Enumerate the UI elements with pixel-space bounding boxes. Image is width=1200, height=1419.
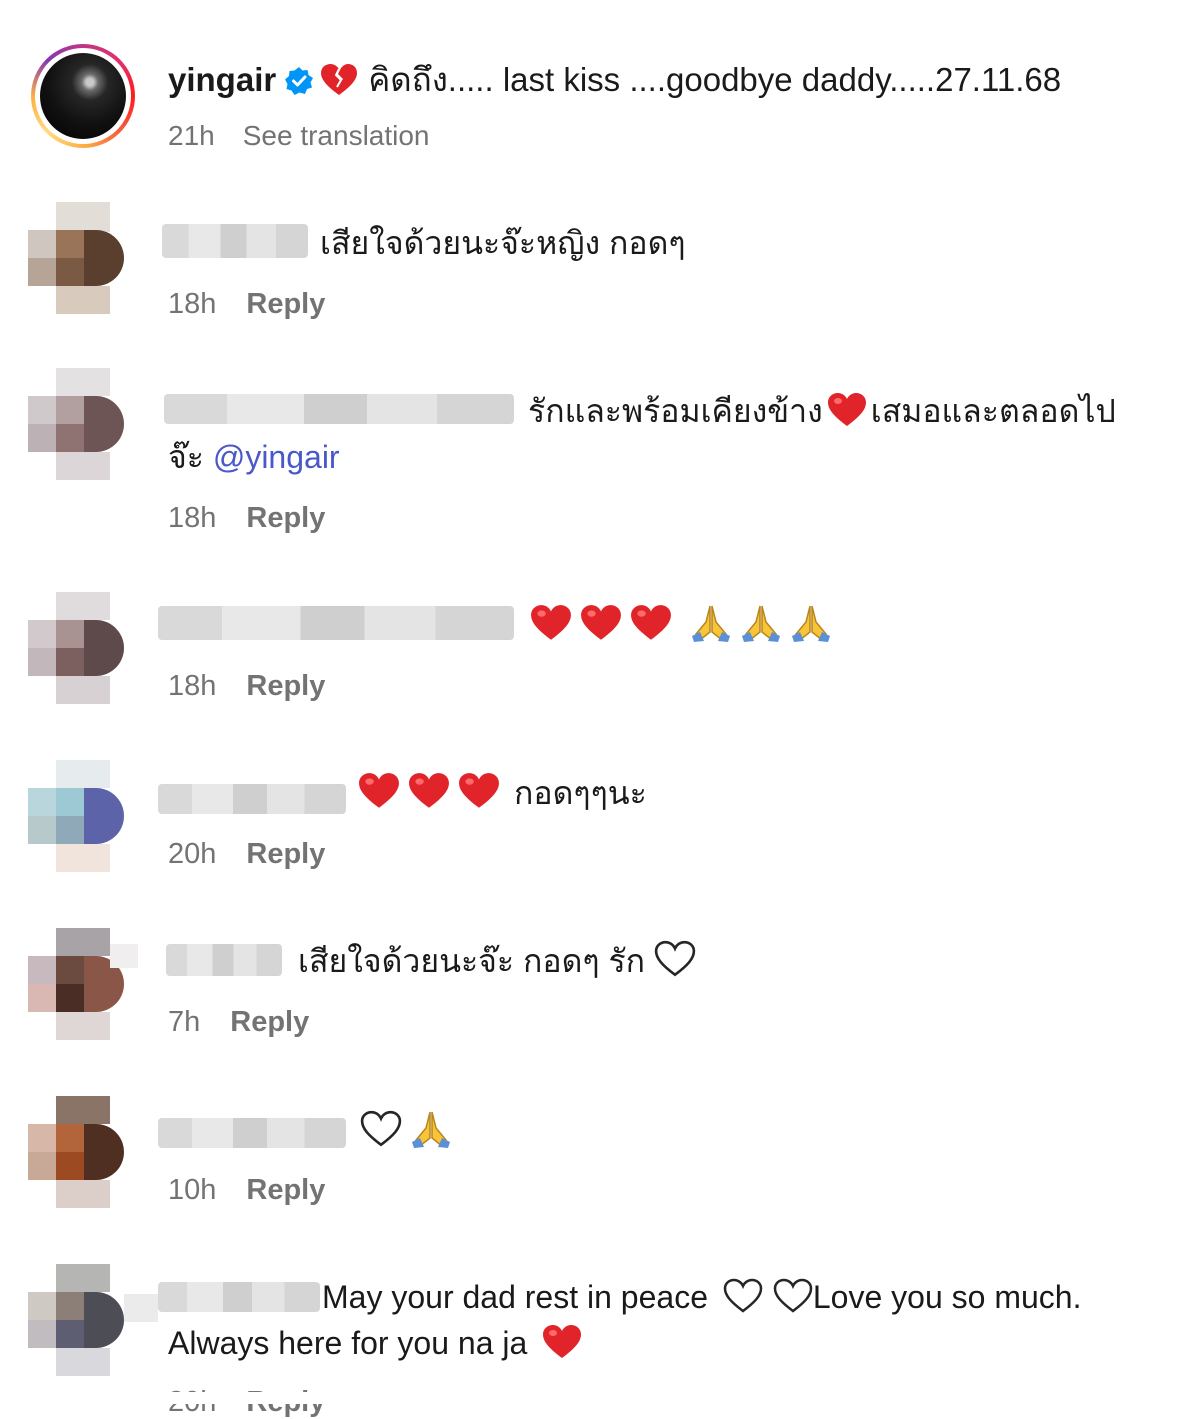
- red-heart-icon: [530, 604, 572, 654]
- comment-text-line: กอดๆๆนะ: [358, 770, 647, 822]
- comment-meta: 18h Reply: [168, 288, 325, 321]
- comment-emojis: [530, 602, 840, 654]
- comment-text-part: จ๊ะ: [168, 439, 204, 475]
- commenter-username-blurred[interactable]: [162, 224, 308, 258]
- comment-time: 20h: [168, 838, 217, 870]
- comment-text-line-2: Always here for you na ja: [168, 1320, 590, 1372]
- comment-time: 18h: [168, 502, 217, 534]
- outline-heart-icon: [654, 940, 696, 990]
- comment-text-part: Love you so much.: [812, 1279, 1082, 1315]
- avatar[interactable]: [28, 1264, 158, 1376]
- red-heart-icon: [630, 604, 672, 654]
- red-heart-icon: [827, 392, 867, 440]
- commenter-username-blurred[interactable]: [158, 784, 346, 814]
- comment-text: เสียใจด้วยนะจ๊ะหญิง กอดๆ: [320, 225, 686, 261]
- mention-link[interactable]: @yingair: [213, 439, 340, 475]
- folded-hands-icon: [690, 602, 732, 654]
- avatar[interactable]: [28, 202, 124, 314]
- author-avatar[interactable]: [31, 44, 135, 148]
- comment-time: 7h: [168, 1006, 201, 1038]
- avatar[interactable]: [28, 928, 138, 1040]
- avatar[interactable]: [28, 1096, 124, 1208]
- folded-hands-icon: [740, 602, 782, 654]
- avatar[interactable]: [28, 592, 124, 704]
- red-heart-icon: [358, 772, 400, 822]
- author-username[interactable]: yingair: [168, 61, 276, 98]
- comment-meta: 18h Reply: [168, 502, 325, 535]
- comment-time: 18h: [168, 670, 217, 702]
- caption-text: คิดถึง..... last kiss ....goodbye daddy.…: [368, 61, 1062, 98]
- avatar[interactable]: [28, 760, 124, 872]
- reply-button[interactable]: Reply: [230, 1006, 309, 1038]
- outline-heart-icon: [723, 1278, 763, 1326]
- red-heart-icon: [580, 604, 622, 654]
- comment-text-line: เสียใจด้วยนะจ๊ะ กอดๆ รัก: [298, 938, 704, 990]
- comment-text-line-1: รักและพร้อมเคียงข้าง เสมอและตลอดไป: [528, 388, 1116, 440]
- outline-heart-icon: [773, 1278, 813, 1326]
- comment-text-part: เสมอและตลอดไป: [870, 393, 1116, 429]
- comment-meta: 20h Reply: [168, 838, 325, 871]
- broken-heart-icon: [320, 63, 358, 108]
- comment-text-line-1: May your dad rest in peace Love you so m…: [322, 1274, 1081, 1326]
- comment-emojis: [360, 1108, 460, 1160]
- comment-text: กอดๆๆนะ: [514, 775, 647, 811]
- comment-meta: 7h Reply: [168, 1006, 309, 1039]
- folded-hands-icon: [790, 602, 832, 654]
- reply-button[interactable]: Reply: [246, 670, 325, 702]
- commenter-username-blurred[interactable]: [166, 944, 282, 976]
- reply-button[interactable]: Reply: [246, 838, 325, 870]
- comment-text-line-2: จ๊ะ @yingair: [168, 434, 340, 480]
- reply-button[interactable]: Reply: [246, 502, 325, 534]
- comment-time: 18h: [168, 288, 217, 320]
- verified-badge-icon: [284, 63, 314, 107]
- caption-meta: 21h See translation: [168, 120, 458, 152]
- reply-button[interactable]: Reply: [246, 288, 325, 320]
- comment-text-part: Always here for you na ja: [168, 1325, 528, 1361]
- commenter-username-blurred[interactable]: [158, 1282, 320, 1312]
- caption-line: yingair คิดถึง..... last kiss ....goodbye…: [168, 58, 1061, 108]
- red-heart-icon: [458, 772, 500, 822]
- comment-time: 10h: [168, 1174, 217, 1206]
- caption-time: 21h: [168, 120, 215, 151]
- folded-hands-icon: [410, 1108, 452, 1160]
- comment-text-part: รักและพร้อมเคียงข้าง: [528, 393, 823, 429]
- comment-text: เสียใจด้วยนะจ๊ะ กอดๆ รัก: [298, 943, 645, 979]
- viewport-edge: [0, 1392, 1200, 1404]
- reply-button[interactable]: Reply: [246, 1174, 325, 1206]
- commenter-username-blurred[interactable]: [158, 606, 514, 640]
- avatar[interactable]: [28, 368, 124, 480]
- comment-meta: 18h Reply: [168, 670, 325, 703]
- red-heart-icon: [542, 1324, 582, 1372]
- outline-heart-icon: [360, 1110, 402, 1160]
- red-heart-icon: [408, 772, 450, 822]
- see-translation-link[interactable]: See translation: [243, 120, 430, 151]
- commenter-username-blurred[interactable]: [158, 1118, 346, 1148]
- comment-meta: 10h Reply: [168, 1174, 325, 1207]
- comment-text-part: May your dad rest in peace: [322, 1279, 708, 1315]
- commenter-username-blurred[interactable]: [164, 394, 514, 424]
